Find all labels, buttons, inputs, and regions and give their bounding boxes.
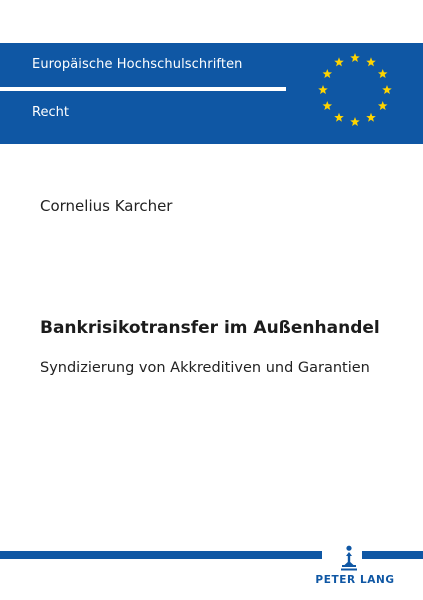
- star-icon: [366, 57, 376, 67]
- star-icon: [322, 101, 333, 111]
- banner-divider: [0, 87, 286, 91]
- star-icon: [334, 57, 344, 67]
- star-icon: [366, 112, 376, 122]
- publisher-name: PETER LANG: [315, 574, 395, 586]
- star-icon: [382, 85, 392, 95]
- star-icon: [334, 112, 344, 122]
- eu-stars-icon: [318, 53, 392, 127]
- author-name: Cornelius Karcher: [40, 197, 173, 215]
- star-icon: [377, 69, 388, 79]
- series-banner: Europäische Hochschulschriften Recht: [0, 43, 423, 144]
- star-icon: [322, 69, 333, 79]
- book-title: Bankrisikotransfer im Außenhandel: [40, 318, 380, 338]
- star-icon: [350, 117, 360, 127]
- series-subject: Recht: [32, 105, 69, 120]
- publisher-logo: PETER LANG: [310, 545, 400, 595]
- series-title: Europäische Hochschulschriften: [32, 57, 243, 72]
- peter-lang-logo-icon: [341, 545, 357, 571]
- star-icon: [350, 53, 360, 63]
- book-subtitle: Syndizierung von Akkreditiven und Garant…: [40, 360, 370, 376]
- star-icon: [377, 101, 388, 111]
- star-icon: [318, 85, 328, 95]
